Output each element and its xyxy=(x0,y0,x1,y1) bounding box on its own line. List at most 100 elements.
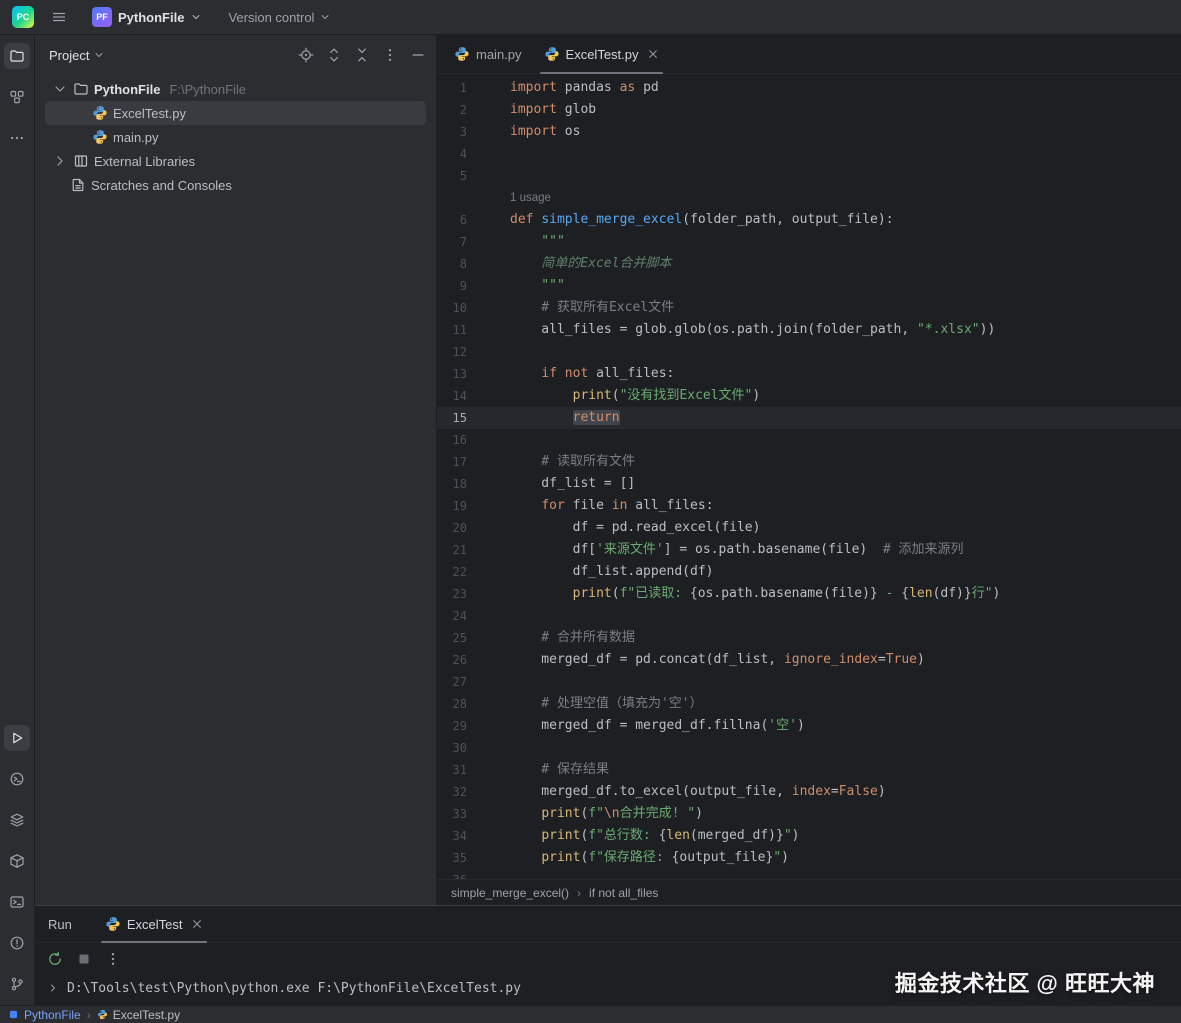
code-line[interactable]: 13 if not all_files: xyxy=(437,363,1181,385)
close-icon[interactable] xyxy=(647,48,659,60)
code-line[interactable]: 1import pandas as pd xyxy=(437,77,1181,99)
code-line[interactable]: 26 merged_df = pd.concat(df_list, ignore… xyxy=(437,649,1181,671)
code-line[interactable]: 14 print("没有找到Excel文件") xyxy=(437,385,1181,407)
line-number[interactable]: 4 xyxy=(437,143,467,165)
stop-button[interactable] xyxy=(76,951,92,967)
line-number[interactable]: 9 xyxy=(437,275,467,297)
line-number[interactable]: 25 xyxy=(437,627,467,649)
line-number[interactable]: 17 xyxy=(437,451,467,473)
code-line[interactable]: 15 return xyxy=(437,407,1181,429)
tool-window-button-project[interactable] xyxy=(4,43,30,69)
tree-item-main-py[interactable]: main.py xyxy=(45,125,426,149)
line-number[interactable]: 27 xyxy=(437,671,467,693)
collapse-all-icon[interactable] xyxy=(354,47,370,63)
line-number[interactable]: 29 xyxy=(437,715,467,737)
line-number[interactable]: 28 xyxy=(437,693,467,715)
line-number[interactable]: 8 xyxy=(437,253,467,275)
chevron-right-icon[interactable] xyxy=(52,153,68,169)
code-line[interactable]: 33 print(f"\n合并完成! ") xyxy=(437,803,1181,825)
status-item-pythonfile[interactable]: PythonFile xyxy=(8,1008,81,1022)
chevron-down-icon[interactable] xyxy=(52,81,68,97)
code-line[interactable]: 5 xyxy=(437,165,1181,187)
code-line[interactable]: 11 all_files = glob.glob(os.path.join(fo… xyxy=(437,319,1181,341)
code-line[interactable]: 4 xyxy=(437,143,1181,165)
hide-icon[interactable] xyxy=(410,47,426,63)
line-number[interactable]: 2 xyxy=(437,99,467,121)
code-line[interactable]: 22 df_list.append(df) xyxy=(437,561,1181,583)
code-line[interactable]: 29 merged_df = merged_df.fillna('空') xyxy=(437,715,1181,737)
line-number[interactable]: 21 xyxy=(437,539,467,561)
code-line[interactable]: 31 # 保存结果 xyxy=(437,759,1181,781)
code-line[interactable]: 2import glob xyxy=(437,99,1181,121)
code-line[interactable]: 21 df['来源文件'] = os.path.basename(file) #… xyxy=(437,539,1181,561)
line-number[interactable]: 30 xyxy=(437,737,467,759)
code-line[interactable]: 8 简单的Excel合并脚本 xyxy=(437,253,1181,275)
line-number[interactable]: 16 xyxy=(437,429,467,451)
line-number[interactable]: 5 xyxy=(437,165,467,187)
line-number[interactable]: 13 xyxy=(437,363,467,385)
project-widget[interactable]: PF PythonFile xyxy=(86,4,208,30)
tool-window-button-run[interactable] xyxy=(4,725,30,751)
line-number[interactable]: 19 xyxy=(437,495,467,517)
code-line[interactable]: 9 """ xyxy=(437,275,1181,297)
tool-window-button-structure[interactable] xyxy=(4,84,30,110)
line-number[interactable]: 11 xyxy=(437,319,467,341)
code-line[interactable]: 23 print(f"已读取: {os.path.basename(file)}… xyxy=(437,583,1181,605)
select-opened-file-icon[interactable] xyxy=(298,47,314,63)
code-line[interactable]: 20 df = pd.read_excel(file) xyxy=(437,517,1181,539)
fold-chevron-icon[interactable] xyxy=(47,982,59,994)
editor-tab-exceltest-py[interactable]: ExcelTest.py xyxy=(533,35,670,73)
expand-all-icon[interactable] xyxy=(326,47,342,63)
tree-item-external-libraries[interactable]: External Libraries xyxy=(45,149,426,173)
code-line[interactable]: 10 # 获取所有Excel文件 xyxy=(437,297,1181,319)
line-number[interactable]: 3 xyxy=(437,121,467,143)
line-number[interactable]: 24 xyxy=(437,605,467,627)
line-number[interactable]: 32 xyxy=(437,781,467,803)
line-number[interactable]: 18 xyxy=(437,473,467,495)
code-line[interactable]: 32 merged_df.to_excel(output_file, index… xyxy=(437,781,1181,803)
tool-window-button-problems[interactable] xyxy=(4,930,30,956)
code-line[interactable]: 16 xyxy=(437,429,1181,451)
project-panel-title[interactable]: Project xyxy=(49,48,89,63)
line-number[interactable]: 20 xyxy=(437,517,467,539)
rerun-button[interactable] xyxy=(47,951,63,967)
line-number[interactable]: 31 xyxy=(437,759,467,781)
breadcrumb-item[interactable]: if not all_files xyxy=(589,886,658,900)
tool-window-button-version-control[interactable] xyxy=(4,971,30,997)
line-number[interactable]: 7 xyxy=(437,231,467,253)
vcs-widget[interactable]: Version control xyxy=(222,7,337,28)
line-number[interactable]: 26 xyxy=(437,649,467,671)
tool-window-button-more-tool-windows[interactable] xyxy=(4,125,30,151)
tool-window-button-python-packages[interactable] xyxy=(4,848,30,874)
code-line[interactable]: 36 xyxy=(437,869,1181,879)
line-number[interactable]: 14 xyxy=(437,385,467,407)
code-line[interactable]: 28 # 处理空值（填充为'空'） xyxy=(437,693,1181,715)
code-line[interactable]: 27 xyxy=(437,671,1181,693)
line-number[interactable]: 1 xyxy=(437,77,467,99)
tool-window-button-python-console[interactable] xyxy=(4,766,30,792)
code-line[interactable]: 17 # 读取所有文件 xyxy=(437,451,1181,473)
tool-window-button-services[interactable] xyxy=(4,807,30,833)
code-line[interactable]: 30 xyxy=(437,737,1181,759)
more-options-button[interactable] xyxy=(105,951,121,967)
tree-item-scratches-and-consoles[interactable]: Scratches and Consoles xyxy=(45,173,426,197)
tree-item-exceltest-py[interactable]: ExcelTest.py xyxy=(45,101,426,125)
tree-item-pythonfile[interactable]: PythonFileF:\PythonFile xyxy=(45,77,426,101)
line-number[interactable]: 10 xyxy=(437,297,467,319)
code-line[interactable]: 6def simple_merge_excel(folder_path, out… xyxy=(437,209,1181,231)
line-number[interactable]: 33 xyxy=(437,803,467,825)
line-number[interactable]: 23 xyxy=(437,583,467,605)
code-line[interactable]: 3import os xyxy=(437,121,1181,143)
editor-tab-main-py[interactable]: main.py xyxy=(443,35,533,73)
run-tab-exceltest[interactable]: ExcelTest xyxy=(94,906,214,942)
code-line[interactable]: 18 df_list = [] xyxy=(437,473,1181,495)
main-menu-button[interactable] xyxy=(46,4,72,30)
code-line[interactable]: 19 for file in all_files: xyxy=(437,495,1181,517)
inlay-row[interactable]: 1 usage xyxy=(437,187,1181,209)
code-area[interactable]: 1import pandas as pd2import glob3import … xyxy=(437,74,1181,879)
breadcrumb-item[interactable]: simple_merge_excel() xyxy=(451,886,569,900)
close-icon[interactable] xyxy=(191,918,203,930)
line-number[interactable]: 34 xyxy=(437,825,467,847)
code-line[interactable]: 25 # 合并所有数据 xyxy=(437,627,1181,649)
line-number[interactable]: 36 xyxy=(437,869,467,879)
